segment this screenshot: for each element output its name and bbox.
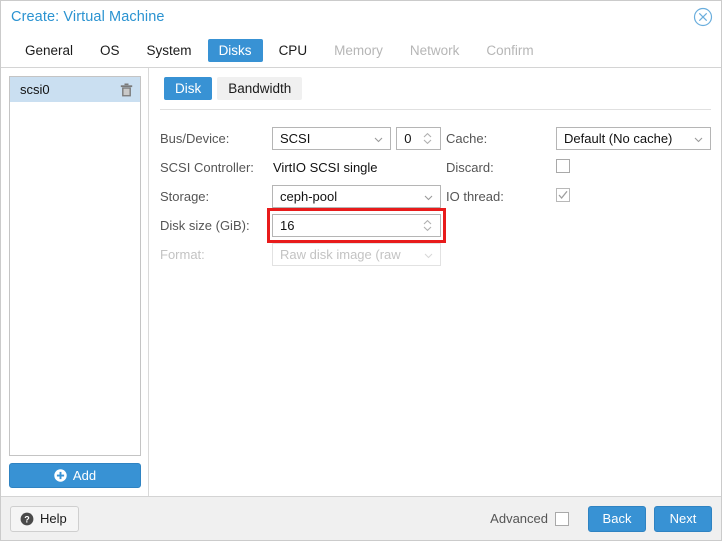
disk-size-value: 16 (280, 218, 295, 233)
disk-list[interactable]: scsi0 (9, 76, 141, 456)
scsi-controller-row: SCSI Controller: VirtIO SCSI single (160, 153, 441, 182)
disk-form: Bus/Device: SCSI 0 SCSI Controller: Virt… (160, 124, 711, 269)
tab-system[interactable]: System (136, 39, 203, 62)
disk-size-input[interactable]: 16 (272, 214, 441, 237)
subtab-bandwidth[interactable]: Bandwidth (217, 77, 303, 100)
chevron-down-icon (373, 133, 384, 144)
bus-select-value: SCSI (280, 131, 311, 146)
disk-name-label: scsi0 (20, 82, 50, 97)
disk-list-panel: scsi0 Add (1, 68, 149, 496)
advanced-label: Advanced (490, 511, 548, 526)
io-thread-checkbox[interactable] (556, 188, 570, 202)
back-button[interactable]: Back (588, 505, 646, 532)
discard-label: Discard: (446, 160, 494, 175)
close-icon[interactable] (693, 7, 713, 27)
tab-general[interactable]: General (14, 39, 84, 62)
cache-select[interactable]: Default (No cache) (556, 127, 711, 150)
device-number-value: 0 (404, 131, 412, 146)
wizard-tabbar: General OS System Disks CPU Memory Netwo… (1, 33, 721, 67)
chevron-down-icon (423, 191, 434, 202)
bus-select[interactable]: SCSI (272, 127, 392, 150)
storage-label: Storage: (160, 189, 210, 204)
subtab-disk[interactable]: Disk (164, 77, 213, 100)
tab-disks[interactable]: Disks (207, 38, 263, 62)
disk-settings-panel: Disk Bandwidth Bus/Device: SCSI 0 SCSI C… (149, 68, 721, 496)
spinner-arrows-icon[interactable] (422, 219, 433, 232)
help-button[interactable]: ? Help (10, 505, 79, 532)
scsi-controller-label: SCSI Controller: (160, 160, 254, 175)
create-vm-dialog: Create: Virtual Machine General OS Syste… (0, 0, 722, 541)
dialog-body: scsi0 Add Disk Bandwidth Bus/Device: SCS… (1, 67, 721, 496)
subtabs-divider (160, 109, 711, 110)
tab-os[interactable]: OS (89, 39, 131, 62)
disk-size-label: Disk size (GiB): (160, 218, 250, 233)
add-disk-label: Add (72, 468, 97, 483)
add-disk-button[interactable]: Add (9, 463, 141, 488)
format-select-value: Raw disk image (raw (280, 247, 401, 262)
plus-circle-icon (54, 469, 67, 482)
tab-memory: Memory (334, 42, 383, 58)
chevron-down-icon (423, 249, 434, 260)
storage-select[interactable]: ceph-pool (272, 185, 441, 208)
advanced-checkbox[interactable] (555, 511, 569, 526)
cache-select-value: Default (No cache) (564, 131, 673, 146)
format-select: Raw disk image (raw (272, 243, 441, 266)
format-label: Format: (160, 247, 205, 262)
cache-row: Cache: Default (No cache) (446, 124, 711, 153)
svg-text:?: ? (24, 514, 30, 524)
disk-size-row: Disk size (GiB): 16 (160, 208, 446, 243)
trash-icon[interactable] (120, 83, 133, 97)
storage-select-value: ceph-pool (280, 189, 338, 204)
disk-form-left-column: Bus/Device: SCSI 0 SCSI Controller: Virt… (160, 124, 446, 269)
io-thread-label: IO thread: (446, 189, 504, 204)
bus-device-row: Bus/Device: SCSI 0 (160, 124, 441, 153)
tab-confirm: Confirm (486, 42, 534, 58)
tab-cpu[interactable]: CPU (268, 39, 319, 62)
discard-row: Discard: (446, 153, 711, 182)
io-thread-row: IO thread: (446, 182, 711, 211)
scsi-controller-value: VirtIO SCSI single (273, 160, 378, 175)
list-item[interactable]: scsi0 (10, 77, 140, 102)
dialog-footer: ? Help Advanced Back Next (1, 496, 721, 540)
cache-label: Cache: (446, 131, 488, 146)
format-row: Format: Raw disk image (raw (160, 240, 441, 269)
disk-form-right-column: Cache: Default (No cache) Discard: IO th… (441, 124, 711, 269)
dialog-title: Create: Virtual Machine (11, 9, 165, 25)
dialog-titlebar: Create: Virtual Machine (1, 1, 721, 33)
help-circle-icon: ? (20, 512, 34, 526)
bus-device-label: Bus/Device: (160, 131, 230, 146)
discard-checkbox[interactable] (556, 159, 570, 173)
spinner-arrows-icon[interactable] (422, 132, 433, 145)
device-number-stepper[interactable]: 0 (396, 127, 441, 150)
disk-subtabs: Disk Bandwidth (160, 77, 711, 100)
storage-row: Storage: ceph-pool (160, 182, 441, 211)
help-button-label: Help (40, 511, 67, 526)
next-button[interactable]: Next (654, 505, 712, 532)
tab-network: Network (409, 42, 460, 58)
chevron-down-icon (693, 133, 704, 144)
